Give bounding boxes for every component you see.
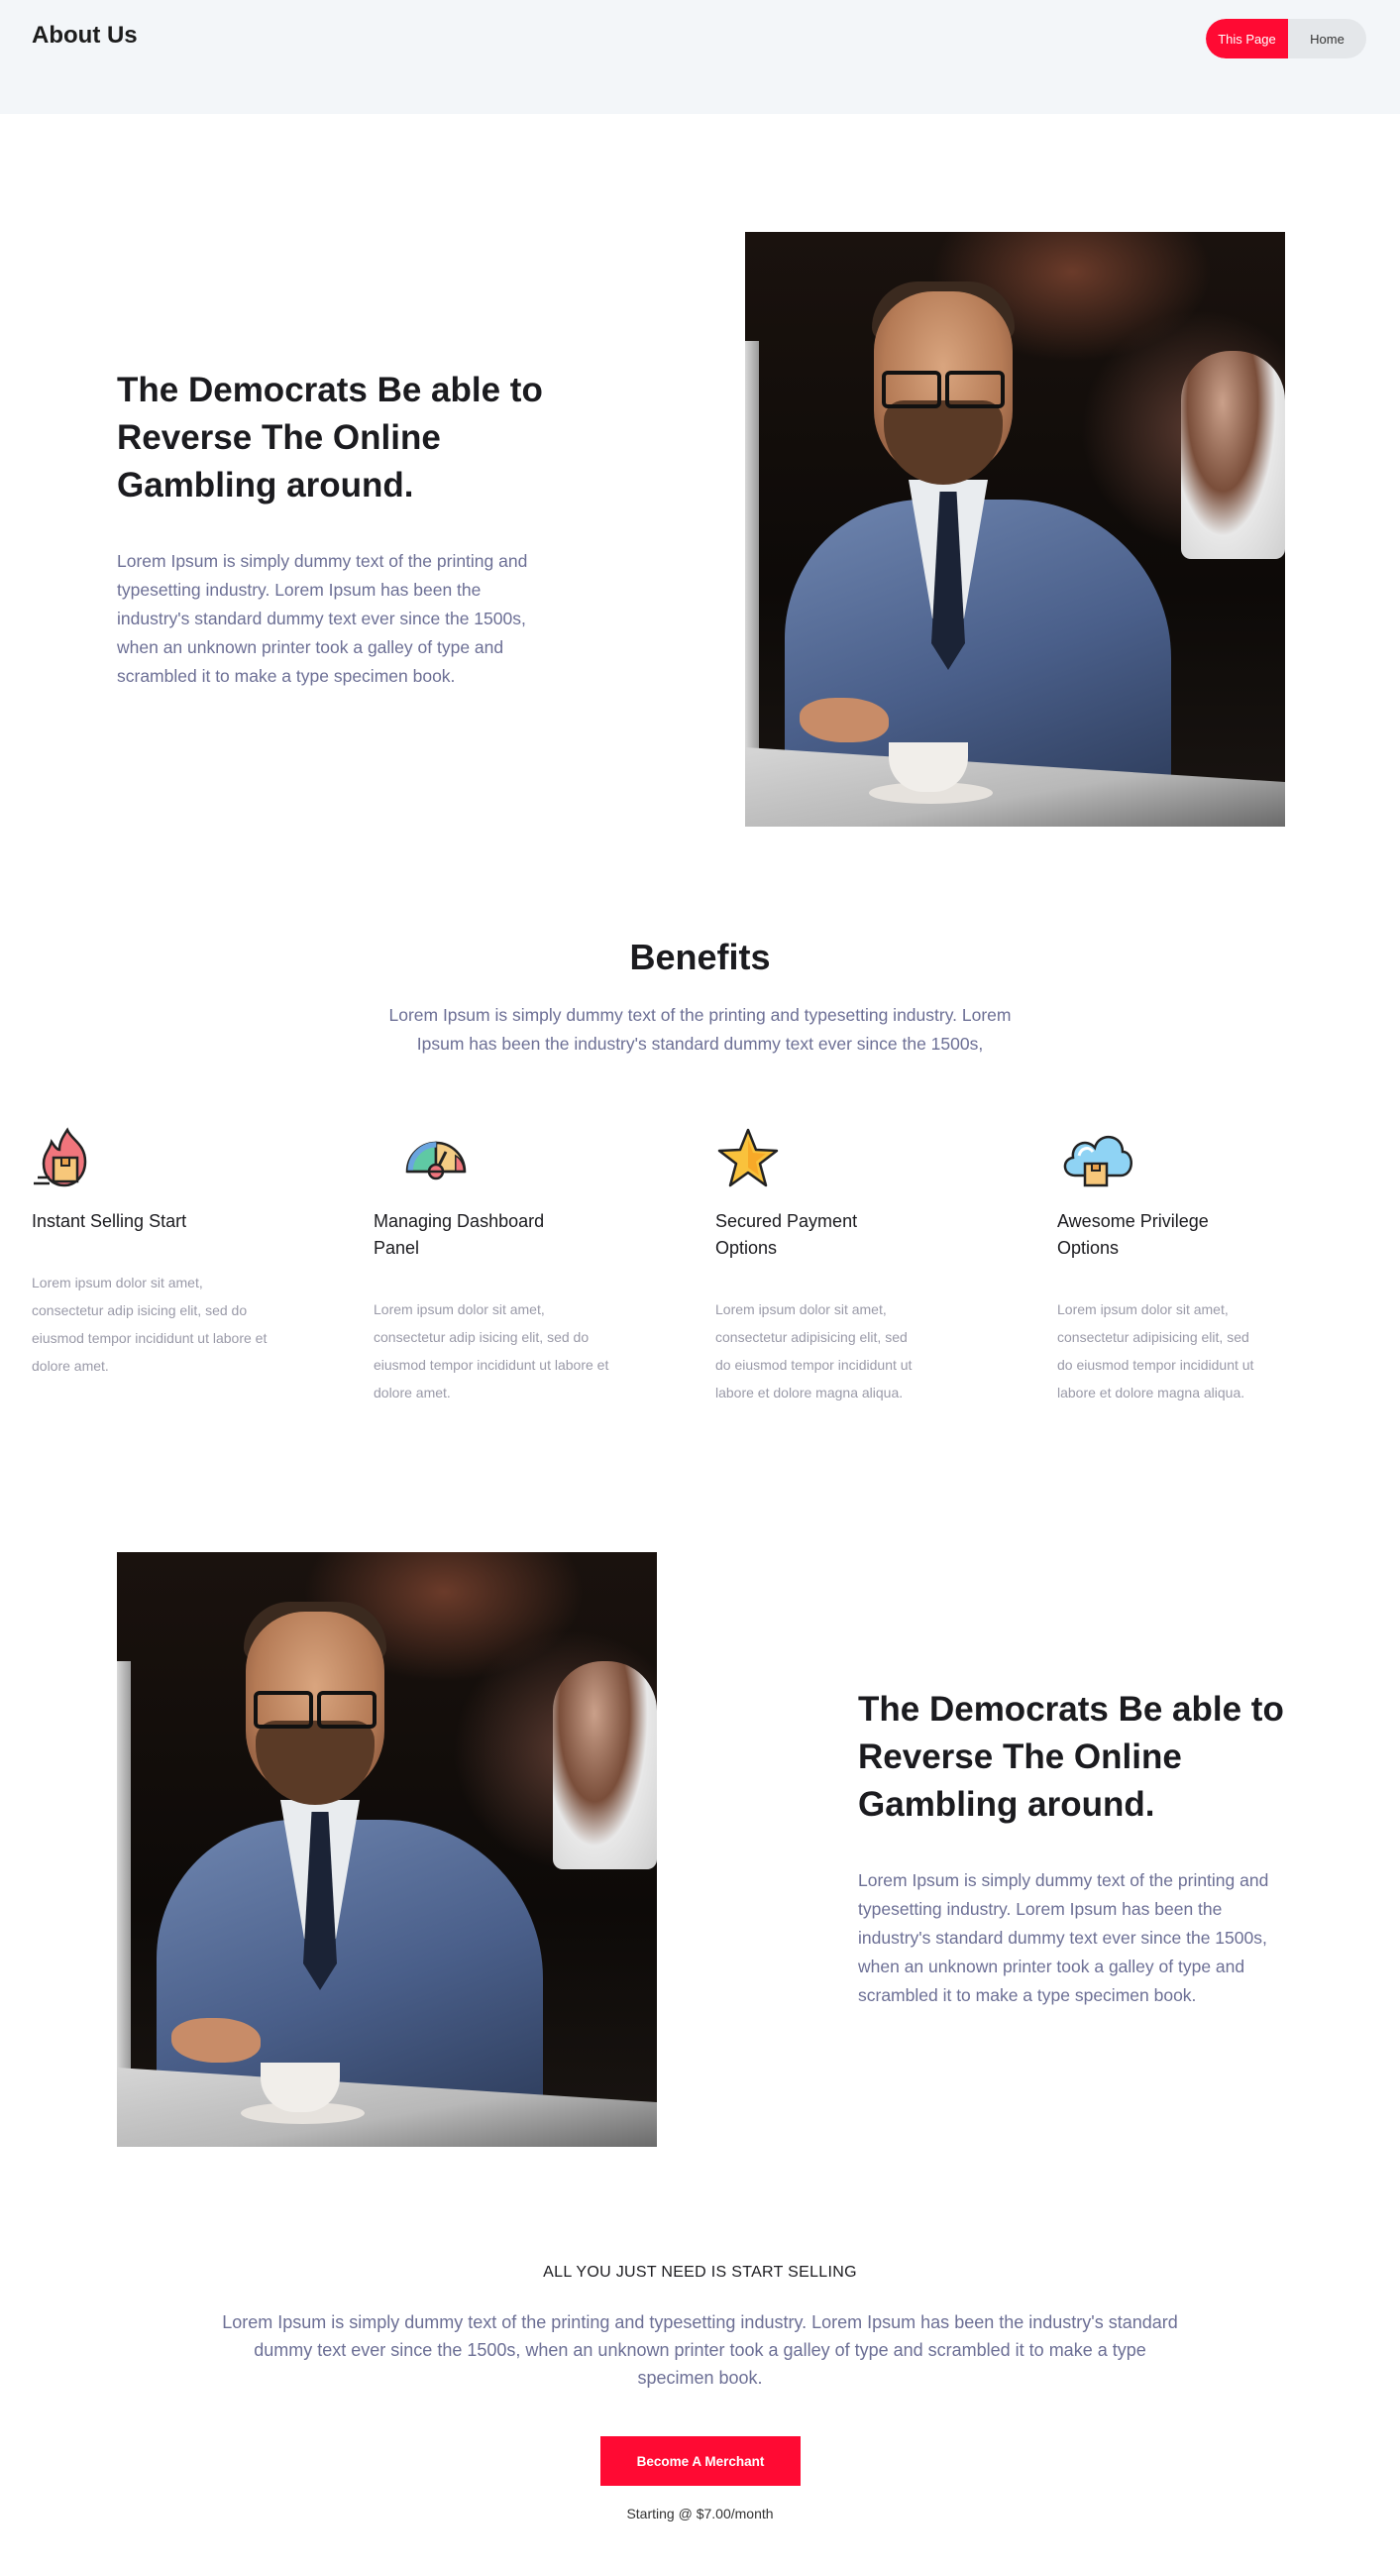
intro-text: Lorem Ipsum is simply dummy text of the …: [117, 551, 528, 686]
second-text: Lorem Ipsum is simply dummy text of the …: [858, 1870, 1269, 2005]
speedometer-icon: [405, 1141, 467, 1180]
feature-text: Lorem ipsum dolor sit amet, consectetur …: [374, 1301, 609, 1400]
benefits-subtitle: Lorem Ipsum is simply dummy text of the …: [388, 1005, 1012, 1054]
feature-card: Instant Selling Start Lorem ipsum dolor …: [32, 1126, 269, 1380]
cloud-box-icon: [1063, 1136, 1132, 1187]
feature-card: Managing Dashboard Panel Lorem ipsum dol…: [374, 1126, 611, 1406]
pricing-note: Starting @ $7.00/month: [626, 2506, 774, 2521]
feature-card: Secured Payment Options Lorem ipsum dolo…: [715, 1126, 953, 1406]
feature-text: Lorem ipsum dolor sit amet, consectetur …: [32, 1275, 268, 1374]
intro-headline: The Democrats Be able to Reverse The Onl…: [117, 371, 543, 504]
feature-title: Instant Selling Start: [32, 1211, 187, 1231]
become-merchant-button[interactable]: Become A Merchant: [600, 2436, 801, 2486]
breadcrumb-home-link[interactable]: Home: [1288, 19, 1366, 58]
feature-title: Managing Dashboard Panel: [374, 1211, 545, 1258]
feature-text: Lorem ipsum dolor sit amet, consectetur …: [715, 1301, 913, 1400]
businessman-photo: [117, 1552, 657, 2147]
feature-title: Secured Payment Options: [715, 1211, 858, 1258]
page-title: About Us: [32, 22, 138, 49]
star-icon: [717, 1128, 779, 1187]
feature-title: Awesome Privilege Options: [1057, 1211, 1209, 1258]
second-headline: The Democrats Be able to Reverse The Onl…: [858, 1690, 1284, 1824]
businessman-photo: [745, 232, 1285, 827]
breadcrumb-current[interactable]: This Page: [1206, 19, 1288, 58]
feature-text: Lorem ipsum dolor sit amet, consectetur …: [1057, 1301, 1254, 1400]
cta-kicker: ALL YOU JUST NEED IS START SELLING: [543, 2264, 857, 2281]
breadcrumb: This Page Home: [1206, 19, 1366, 58]
page-header: About Us This Page Home: [0, 0, 1400, 114]
fire-box-icon: [34, 1127, 87, 1187]
cta-text: Lorem Ipsum is simply dummy text of the …: [222, 2312, 1178, 2388]
feature-card: Awesome Privilege Options Lorem ipsum do…: [1057, 1126, 1295, 1406]
benefits-title: Benefits: [629, 937, 771, 977]
